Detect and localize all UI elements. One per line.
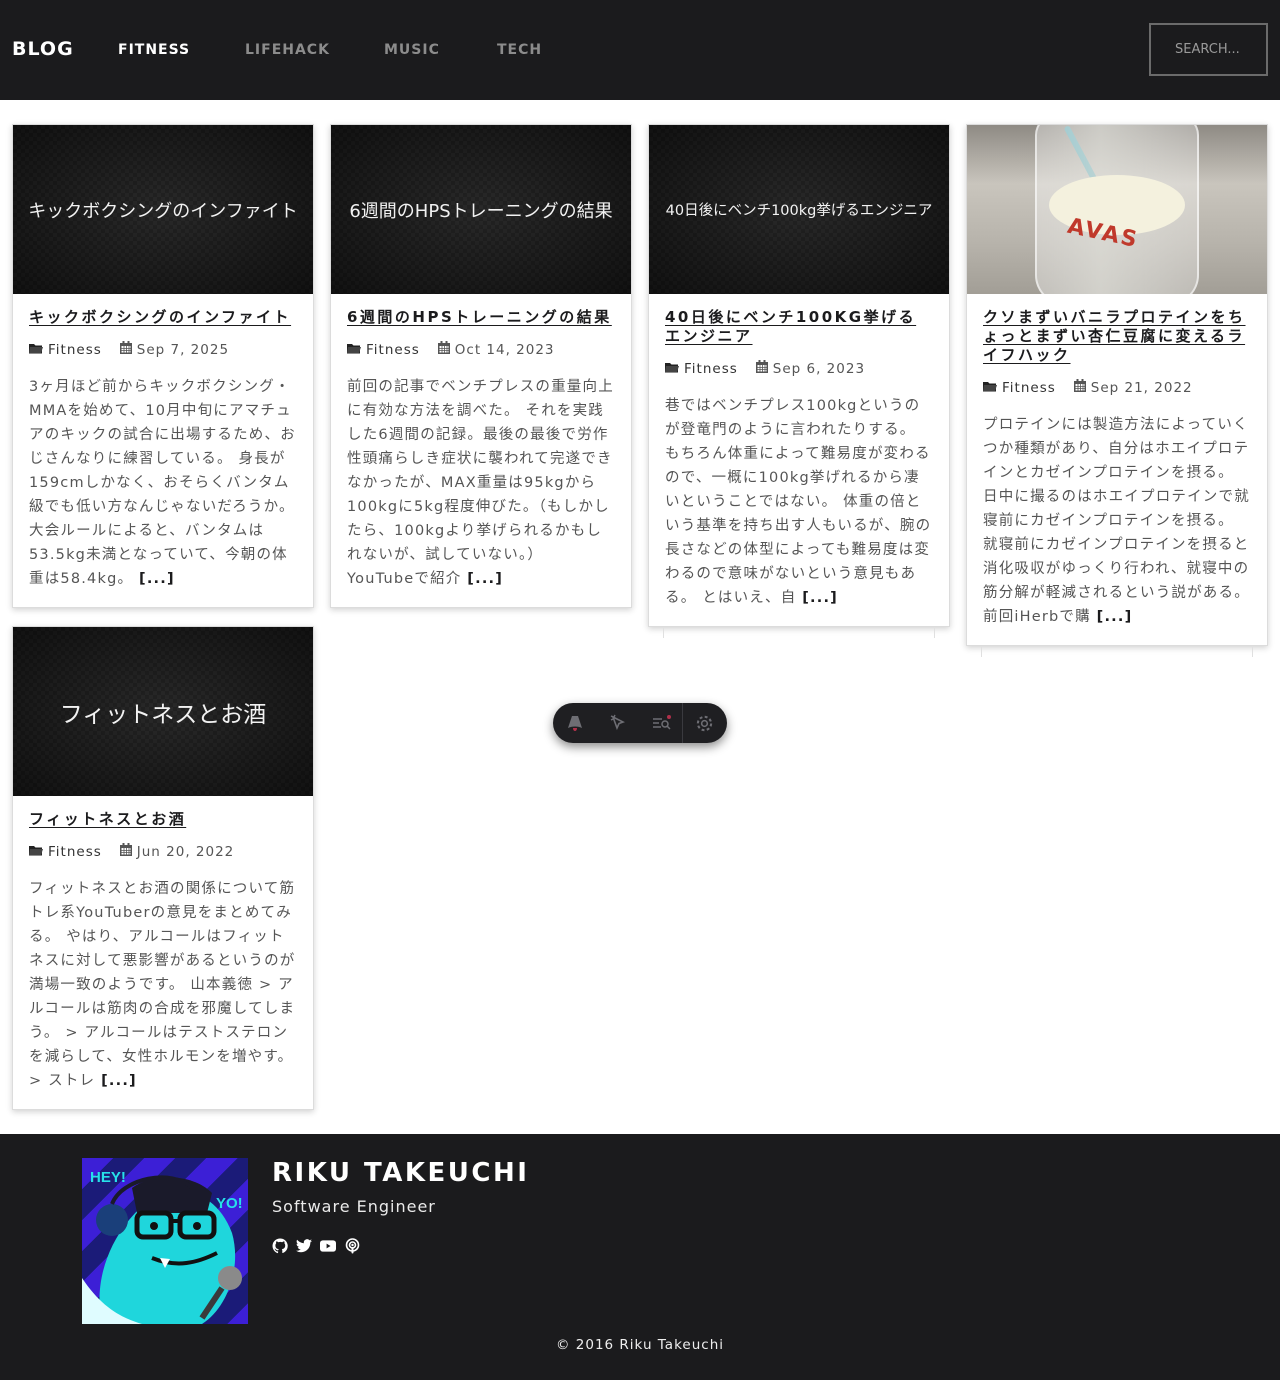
podcast-icon[interactable] [344,1238,360,1254]
folder-icon [665,361,679,377]
post-card[interactable]: フィットネスとお酒 フィットネスとお酒 Fitness Jun 20, 2022… [12,626,314,1110]
calendar-icon [119,341,132,358]
post-title-link[interactable]: 6週間のHPSトレーニングの結果 [347,308,615,327]
post-date: Jun 20, 2022 [136,843,235,860]
settings-gear-icon[interactable] [682,703,725,743]
read-more-link[interactable]: [...] [101,1073,137,1089]
post-thumbnail[interactable]: 40日後にベンチ100kg挙げるエンジニア [649,125,949,294]
post-card[interactable]: キックボクシングのインファイト キックボクシングのインファイト Fitness … [12,124,314,608]
post-title-link[interactable]: 40日後にベンチ100KG挙げるエンジニア [665,308,933,346]
post-date: Sep 21, 2022 [1090,379,1193,396]
thumbnail-caption: 40日後にベンチ100kg挙げるエンジニア [665,203,933,219]
post-card[interactable]: 6週間のHPSトレーニングの結果 6週間のHPSトレーニングの結果 Fitnes… [330,124,632,608]
calendar-icon [119,843,132,860]
avatar-text-left: HEY! [90,1169,126,1186]
post-excerpt: 前回の記事でベンチプレスの重量向上に有効な方法を調べた。 それを実践した6週間の… [347,379,614,587]
twitter-icon[interactable] [296,1238,312,1254]
author-avatar: HEY! YO! [82,1158,248,1324]
post-thumbnail-photo[interactable]: AVAS [967,125,1267,294]
post-excerpt: フィットネスとお酒の関係について筋トレ系YouTuberの意見をまとめてみる。 … [29,881,296,1089]
nav-link-lifehack[interactable]: LIFEHACK [245,42,330,58]
post-title-link[interactable]: キックボクシングのインファイト [29,308,297,327]
post-excerpt: プロテインには製造方法によっていくつか種類があり、自分はホエイプロテインとカゼイ… [983,417,1250,625]
folder-icon [983,380,997,396]
post-thumbnail[interactable]: フィットネスとお酒 [13,627,313,796]
site-footer: HEY! YO! RIKU TAKEUCHI Software Engineer… [0,1134,1280,1380]
post-category[interactable]: Fitness [684,361,738,377]
nav-link-tech[interactable]: TECH [497,42,542,58]
author-role: Software Engineer [272,1197,436,1216]
top-navigation: BLOG FITNESS LIFEHACK MUSIC TECH SEARCH.… [0,0,1280,100]
post-excerpt: 巷ではベンチプレス100kgというのが登竜門のように言われたりする。 もちろん体… [665,398,932,606]
dev-toolbar [553,703,727,743]
post-title-link[interactable]: クソまずいバニラプロテインをちょっとまずい杏仁豆腐に変えるライフハック [983,308,1251,365]
read-more-link[interactable]: [...] [467,571,503,587]
astro-logo-icon[interactable] [553,703,596,743]
post-date: Oct 14, 2023 [454,341,555,358]
post-category[interactable]: Fitness [48,342,102,358]
post-card[interactable]: AVAS クソまずいバニラプロテインをちょっとまずい杏仁豆腐に変えるライフハック… [966,124,1268,646]
post-thumbnail[interactable]: 6週間のHPSトレーニングの結果 [331,125,631,294]
post-date: Sep 7, 2025 [136,341,230,358]
card-shadow-edge [663,628,935,638]
calendar-icon [437,341,450,358]
read-more-link[interactable]: [...] [139,571,175,587]
calendar-icon [1073,379,1086,396]
post-title-link[interactable]: フィットネスとお酒 [29,810,297,829]
audit-list-icon[interactable] [639,703,682,743]
card-shadow-edge [981,647,1253,657]
read-more-link[interactable]: [...] [802,590,838,606]
post-card[interactable]: 40日後にベンチ100kg挙げるエンジニア 40日後にベンチ100KG挙げるエン… [648,124,950,627]
calendar-icon [755,360,768,377]
thumbnail-caption: キックボクシングのインファイト [28,200,298,222]
post-category[interactable]: Fitness [48,844,102,860]
cursor-inspect-icon[interactable] [596,703,639,743]
folder-icon [29,844,43,860]
github-icon[interactable] [272,1238,288,1254]
post-excerpt: 3ヶ月ほど前からキックボクシング・MMAを始めて、10月中旬にアマチュアのキック… [29,379,296,587]
post-thumbnail[interactable]: キックボクシングのインファイト [13,125,313,294]
brand-logo-link[interactable]: BLOG [12,38,74,60]
post-category[interactable]: Fitness [366,342,420,358]
thumbnail-caption: フィットネスとお酒 [59,701,267,728]
author-name: RIKU TAKEUCHI [272,1158,530,1188]
nav-link-fitness[interactable]: FITNESS [118,42,190,58]
nav-link-music[interactable]: MUSIC [384,42,440,58]
social-links [272,1238,360,1254]
search-input[interactable]: SEARCH... [1149,23,1268,76]
folder-icon [347,342,361,358]
avatar-text-right: YO! [216,1195,243,1212]
post-date: Sep 6, 2023 [772,360,866,377]
thumbnail-caption: 6週間のHPSトレーニングの結果 [349,200,613,222]
copyright-text: © 2016 Riku Takeuchi [555,1337,725,1353]
youtube-icon[interactable] [320,1238,336,1254]
folder-icon [29,342,43,358]
post-category[interactable]: Fitness [1002,380,1056,396]
read-more-link[interactable]: [...] [1097,609,1133,625]
